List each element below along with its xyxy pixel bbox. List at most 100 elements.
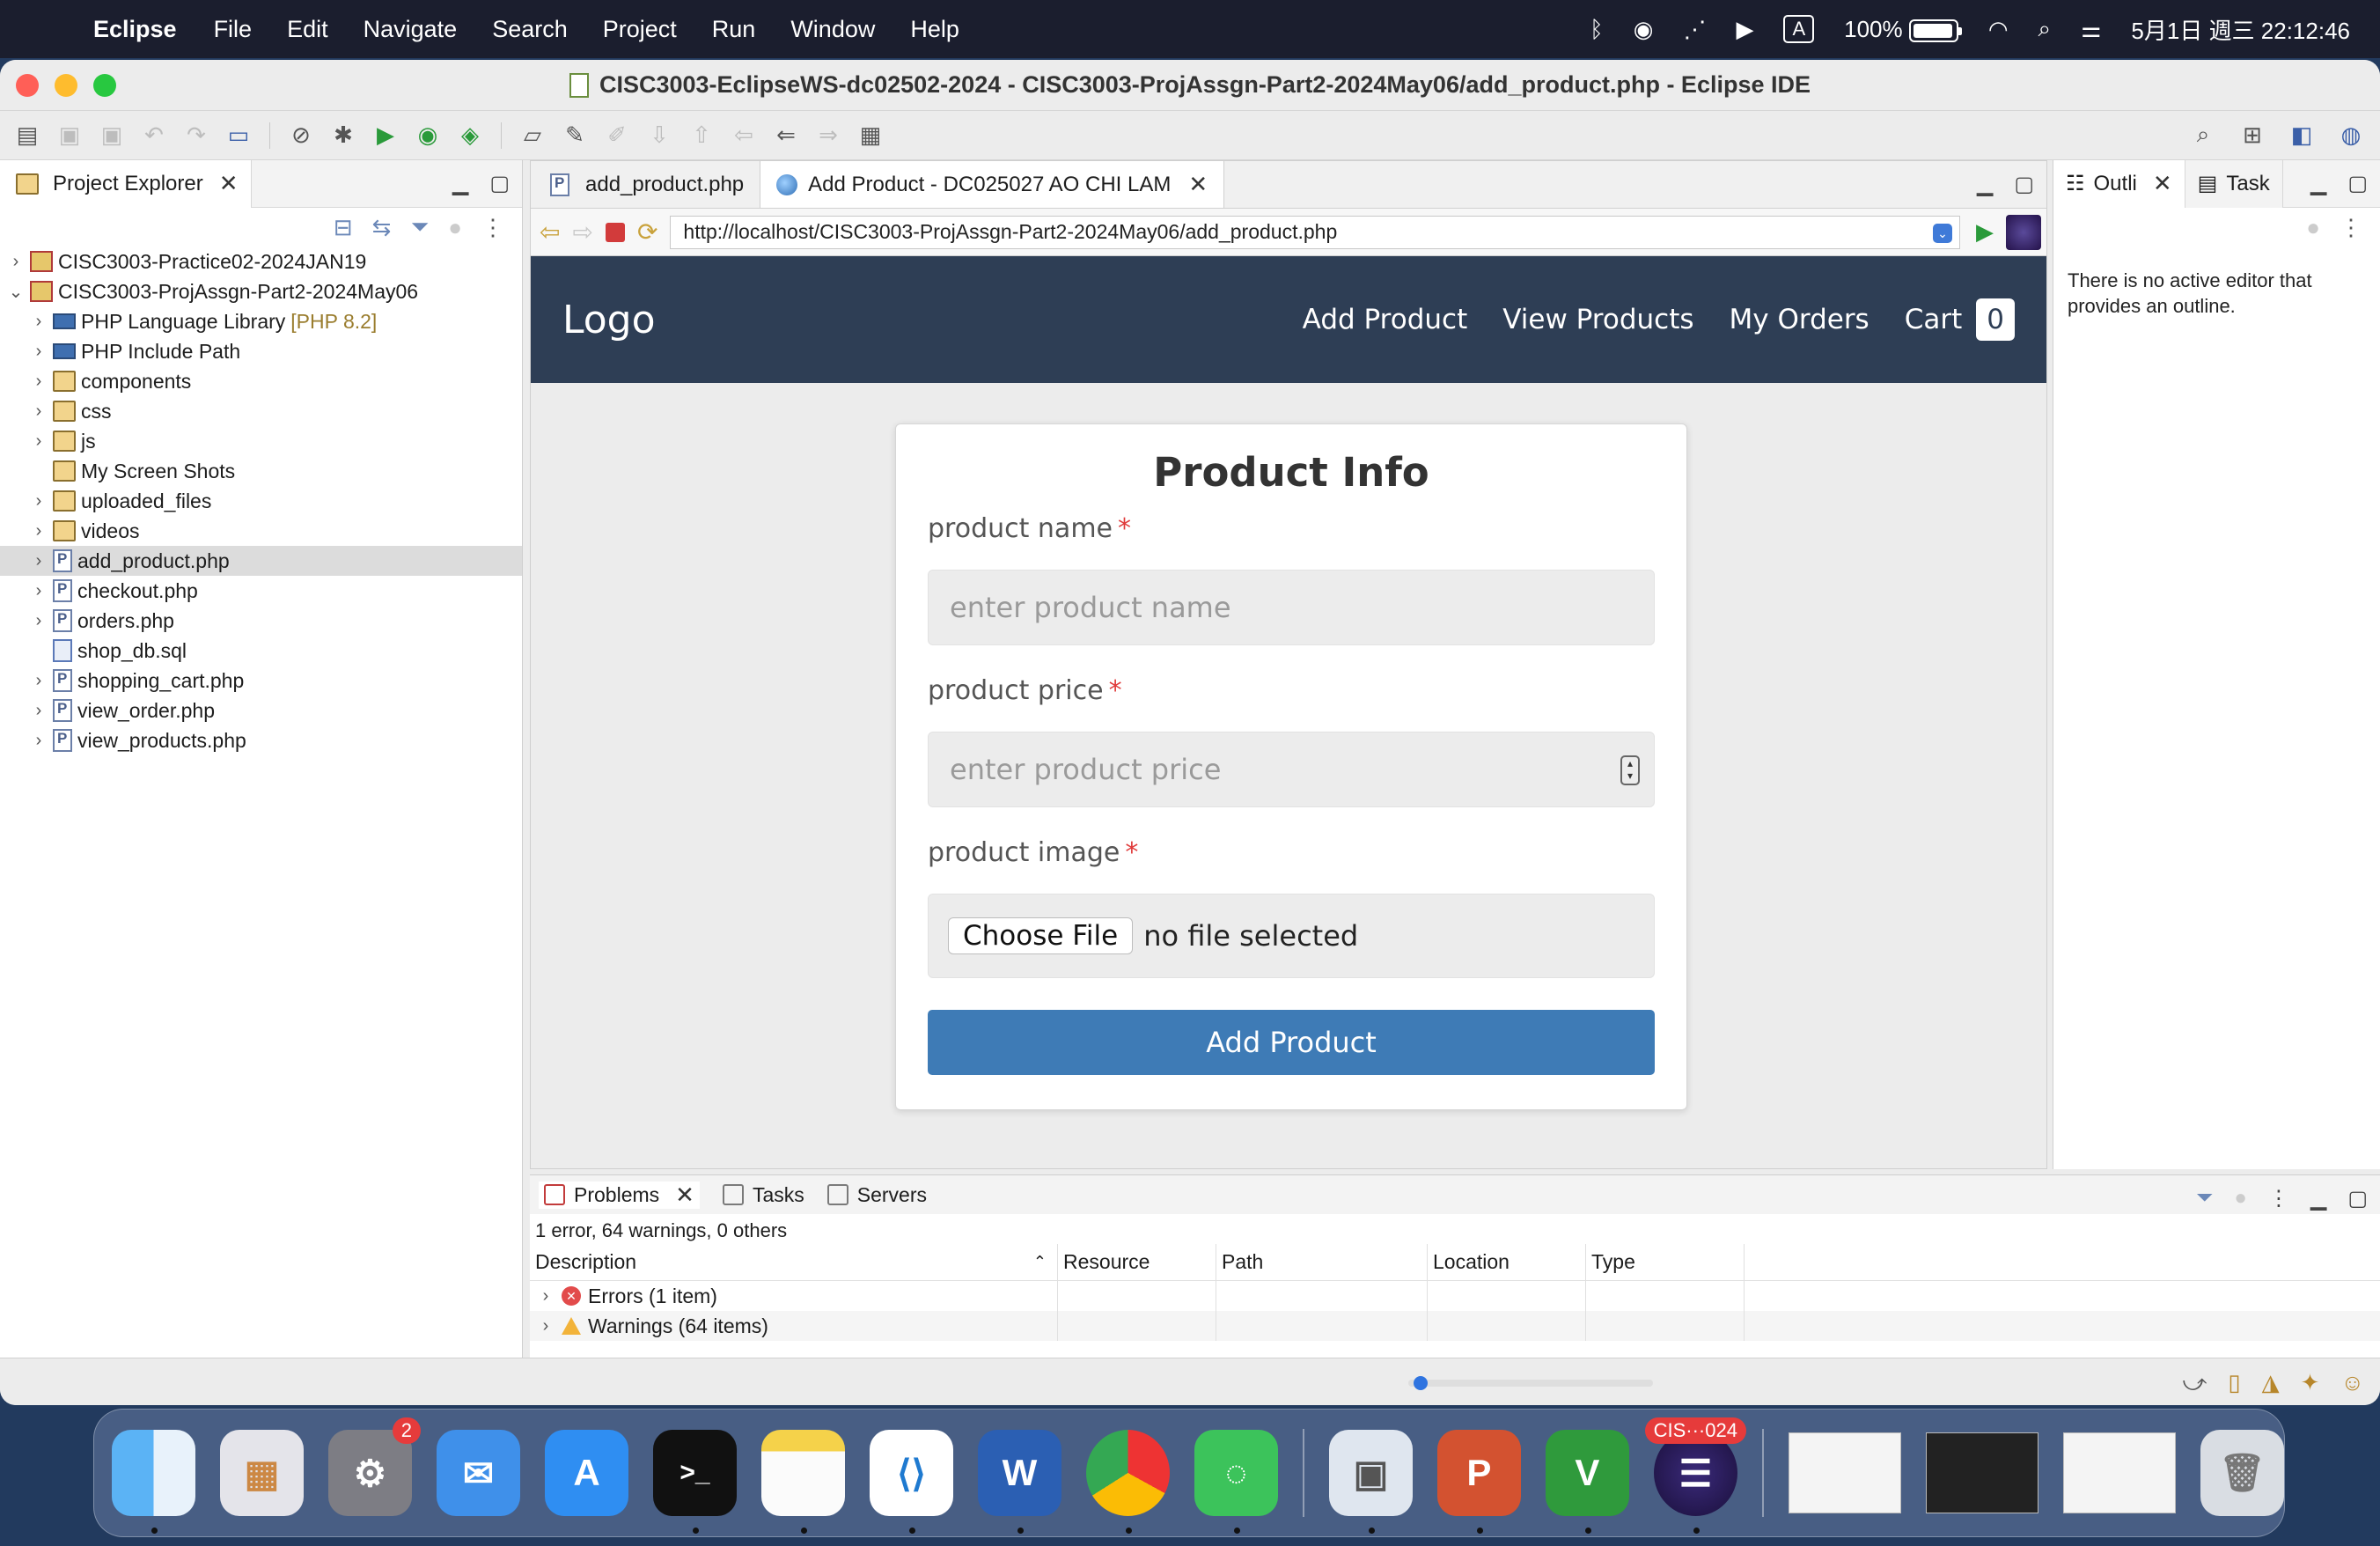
- chevron-right-icon[interactable]: ›: [28, 701, 49, 721]
- powerpoint-icon[interactable]: P: [1436, 1430, 1521, 1534]
- chevron-right-icon[interactable]: ›: [28, 521, 49, 541]
- app-store-icon[interactable]: A: [545, 1430, 628, 1516]
- redo-icon[interactable]: ↷: [181, 121, 211, 151]
- chevron-right-icon[interactable]: ›: [535, 1286, 556, 1307]
- trash-icon[interactable]: 🗑: [2200, 1430, 2284, 1516]
- pen-icon[interactable]: ✐: [602, 121, 632, 151]
- close-window-button[interactable]: [16, 74, 39, 97]
- menu-run[interactable]: Run: [712, 16, 756, 43]
- tree-item-view-products[interactable]: › view_products.php: [0, 725, 522, 755]
- editor-tab-browser[interactable]: Add Product - DC025027 AO CHI LAM ✕: [760, 161, 1225, 208]
- wifi-icon[interactable]: ◠: [1988, 16, 2009, 43]
- menu-search[interactable]: Search: [492, 16, 568, 43]
- tree-item-shopping-cart[interactable]: › shopping_cart.php: [0, 666, 522, 696]
- tree-item-orders[interactable]: › orders.php: [0, 606, 522, 636]
- close-icon[interactable]: ✕: [2153, 170, 2172, 197]
- back-icon[interactable]: ⇐: [771, 121, 801, 151]
- nav-view-products[interactable]: View Products: [1502, 304, 1693, 335]
- column-resource[interactable]: Resource: [1058, 1243, 1216, 1281]
- preview-icon[interactable]: ▣: [1328, 1430, 1413, 1534]
- nav-add-product[interactable]: Add Product: [1303, 304, 1468, 335]
- add-product-submit-button[interactable]: Add Product: [928, 1010, 1655, 1075]
- maximize-view-icon[interactable]: ▢: [2347, 171, 2368, 196]
- vscode-icon[interactable]: ⟨⟩: [870, 1430, 953, 1534]
- input-method-indicator[interactable]: A: [1783, 15, 1815, 43]
- close-icon[interactable]: ✕: [675, 1182, 694, 1209]
- maximize-view-icon[interactable]: ▢: [489, 171, 510, 196]
- share-icon[interactable]: ⤻: [2183, 1369, 2207, 1397]
- tree-item-add-product[interactable]: › add_product.php: [0, 546, 522, 576]
- chevron-right-icon[interactable]: ›: [28, 611, 49, 631]
- chevron-right-icon[interactable]: ›: [28, 401, 49, 422]
- problems-row-errors[interactable]: › ✕ Errors (1 item): [530, 1281, 2380, 1311]
- menu-window[interactable]: Window: [790, 16, 875, 43]
- url-history-dropdown-icon[interactable]: ⌄: [1933, 223, 1952, 243]
- focus-icon[interactable]: ●: [2234, 1186, 2247, 1211]
- wand-icon[interactable]: ✎: [560, 121, 590, 151]
- word-icon[interactable]: W: [978, 1430, 1061, 1534]
- notes-icon[interactable]: [761, 1430, 845, 1534]
- chevron-right-icon[interactable]: ›: [28, 372, 49, 392]
- choose-file-button[interactable]: Choose File: [948, 917, 1134, 954]
- chevron-right-icon[interactable]: ›: [28, 731, 49, 751]
- wechat-icon[interactable]: ◌: [1194, 1430, 1278, 1534]
- tree-item-js[interactable]: › js: [0, 426, 522, 456]
- tree-item-shop-db-sql[interactable]: shop_db.sql: [0, 636, 522, 666]
- view-menu-icon[interactable]: ⋮: [2268, 1186, 2289, 1211]
- menu-file[interactable]: File: [214, 16, 253, 43]
- php-perspective-icon[interactable]: ◧: [2287, 120, 2317, 150]
- browser-stop-icon[interactable]: [605, 222, 625, 242]
- next-annotation-icon[interactable]: ⇩: [644, 121, 674, 151]
- battery-indicator[interactable]: 100%: [1844, 16, 1962, 43]
- airdrop-icon[interactable]: ◉: [1634, 16, 1654, 43]
- menu-navigate[interactable]: Navigate: [364, 16, 458, 43]
- chevron-right-icon[interactable]: ›: [28, 312, 49, 332]
- tree-item-project-projassgn[interactable]: ⌄ CISC3003-ProjAssgn-Part2-2024May06: [0, 276, 522, 306]
- browser-forward-icon[interactable]: ⇨: [572, 217, 592, 247]
- tree-item-css[interactable]: › css: [0, 396, 522, 426]
- chevron-right-icon[interactable]: ›: [28, 342, 49, 362]
- menu-edit[interactable]: Edit: [287, 16, 328, 43]
- tree-item-components[interactable]: › components: [0, 366, 522, 396]
- focus-icon[interactable]: ●: [448, 214, 462, 241]
- tree-item-php-language-library[interactable]: › PHP Language Library [PHP 8.2]: [0, 306, 522, 336]
- coverage-icon[interactable]: ◉: [413, 121, 443, 151]
- background-progress-bar[interactable]: [1408, 1376, 1653, 1390]
- link-with-editor-icon[interactable]: ⇆: [372, 214, 392, 241]
- minimize-window-button[interactable]: [55, 74, 77, 97]
- minimized-window-vscode[interactable]: [1925, 1432, 2038, 1513]
- chevron-right-icon[interactable]: ›: [28, 551, 49, 571]
- new-icon[interactable]: ▤: [12, 121, 42, 151]
- chevron-right-icon[interactable]: ›: [535, 1316, 556, 1336]
- nav-my-orders[interactable]: My Orders: [1730, 304, 1869, 335]
- tab-tasks[interactable]: Tasks: [722, 1183, 804, 1207]
- mail-icon[interactable]: ✉: [437, 1430, 520, 1516]
- minimize-view-icon[interactable]: ▁: [2310, 1186, 2326, 1211]
- undo-icon[interactable]: ↶: [139, 121, 169, 151]
- tree-item-checkout[interactable]: › checkout.php: [0, 576, 522, 606]
- editor-tab-add-product-php[interactable]: add_product.php: [531, 161, 761, 208]
- save-icon[interactable]: ▣: [55, 121, 84, 151]
- maximize-view-icon[interactable]: ▢: [2347, 1186, 2368, 1211]
- chevron-right-icon[interactable]: ›: [28, 491, 49, 512]
- tree-item-uploaded-files[interactable]: › uploaded_files: [0, 486, 522, 516]
- minimize-view-icon[interactable]: ▁: [2310, 171, 2326, 196]
- product-price-input[interactable]: enter product price ▴ ▾: [928, 732, 1655, 807]
- search-icon[interactable]: ⌕: [2188, 120, 2218, 150]
- tab-servers[interactable]: Servers: [826, 1183, 927, 1207]
- open-perspective-icon[interactable]: ⊞: [2237, 120, 2267, 150]
- eclipse-icon[interactable]: [2006, 214, 2041, 250]
- view-menu-icon[interactable]: ⋮: [481, 214, 504, 241]
- pin-editor-icon[interactable]: ▦: [856, 121, 885, 151]
- column-location[interactable]: Location: [1428, 1243, 1586, 1281]
- minimized-window-chrome[interactable]: [1788, 1432, 1901, 1513]
- tab-problems[interactable]: Problems ✕: [539, 1181, 700, 1209]
- nav-cart[interactable]: Cart 0: [1905, 298, 2015, 341]
- system-settings-icon[interactable]: ⚙ 2: [328, 1417, 421, 1516]
- tab-project-explorer[interactable]: Project Explorer ✕: [0, 159, 252, 208]
- tutorial-icon[interactable]: ◮: [2262, 1369, 2280, 1397]
- view-menu-icon[interactable]: ⋮: [2340, 214, 2362, 241]
- web-perspective-icon[interactable]: ◍: [2336, 120, 2366, 150]
- close-icon[interactable]: ✕: [1188, 171, 1208, 198]
- forward-icon[interactable]: ⇒: [813, 121, 843, 151]
